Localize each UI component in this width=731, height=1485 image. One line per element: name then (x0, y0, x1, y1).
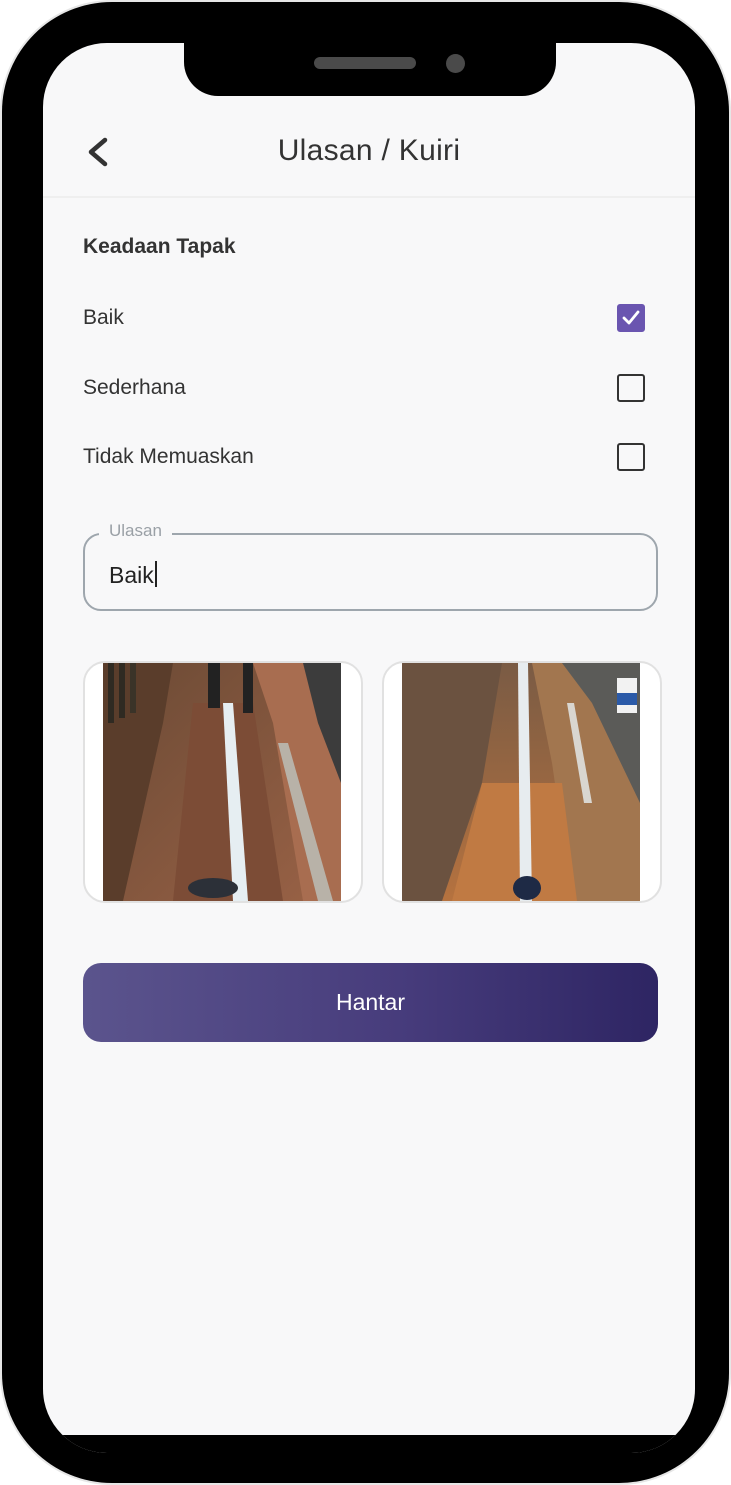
bottom-bar (43, 1435, 695, 1453)
option-sederhana[interactable]: Sederhana (83, 364, 645, 412)
app-header: Ulasan / Kuiri (43, 101, 695, 198)
option-label: Sederhana (83, 376, 186, 399)
app-screen: Ulasan / Kuiri Keadaan Tapak Baik Sederh… (43, 43, 695, 1453)
photo-thumbnail-2[interactable] (382, 661, 662, 903)
page-title: Ulasan / Kuiri (277, 134, 461, 167)
trench-photo-2-icon (402, 663, 640, 901)
speaker-icon (314, 57, 416, 69)
phone-frame: Ulasan / Kuiri Keadaan Tapak Baik Sederh… (2, 2, 729, 1483)
option-label: Tidak Memuaskan (83, 445, 254, 468)
check-icon (622, 310, 640, 325)
submit-button[interactable]: Hantar (83, 963, 658, 1042)
checkbox-tidak-memuaskan[interactable] (617, 443, 645, 471)
review-field[interactable]: Ulasan Baik (83, 521, 658, 611)
photo-thumbnail-1[interactable] (83, 661, 363, 903)
option-tidak-memuaskan[interactable]: Tidak Memuaskan (83, 433, 645, 481)
checkbox-sederhana[interactable] (617, 374, 645, 402)
checkbox-baik[interactable] (617, 304, 645, 332)
option-label: Baik (83, 306, 124, 329)
review-input-value: Baik (109, 562, 154, 588)
trench-photo-1-icon (103, 663, 341, 901)
review-input[interactable]: Baik (109, 561, 157, 589)
section-heading: Keadaan Tapak (83, 235, 236, 258)
camera-icon (446, 54, 465, 73)
review-field-label: Ulasan (99, 521, 172, 541)
notch (184, 43, 556, 96)
option-baik[interactable]: Baik (83, 294, 645, 342)
text-caret (154, 561, 157, 587)
